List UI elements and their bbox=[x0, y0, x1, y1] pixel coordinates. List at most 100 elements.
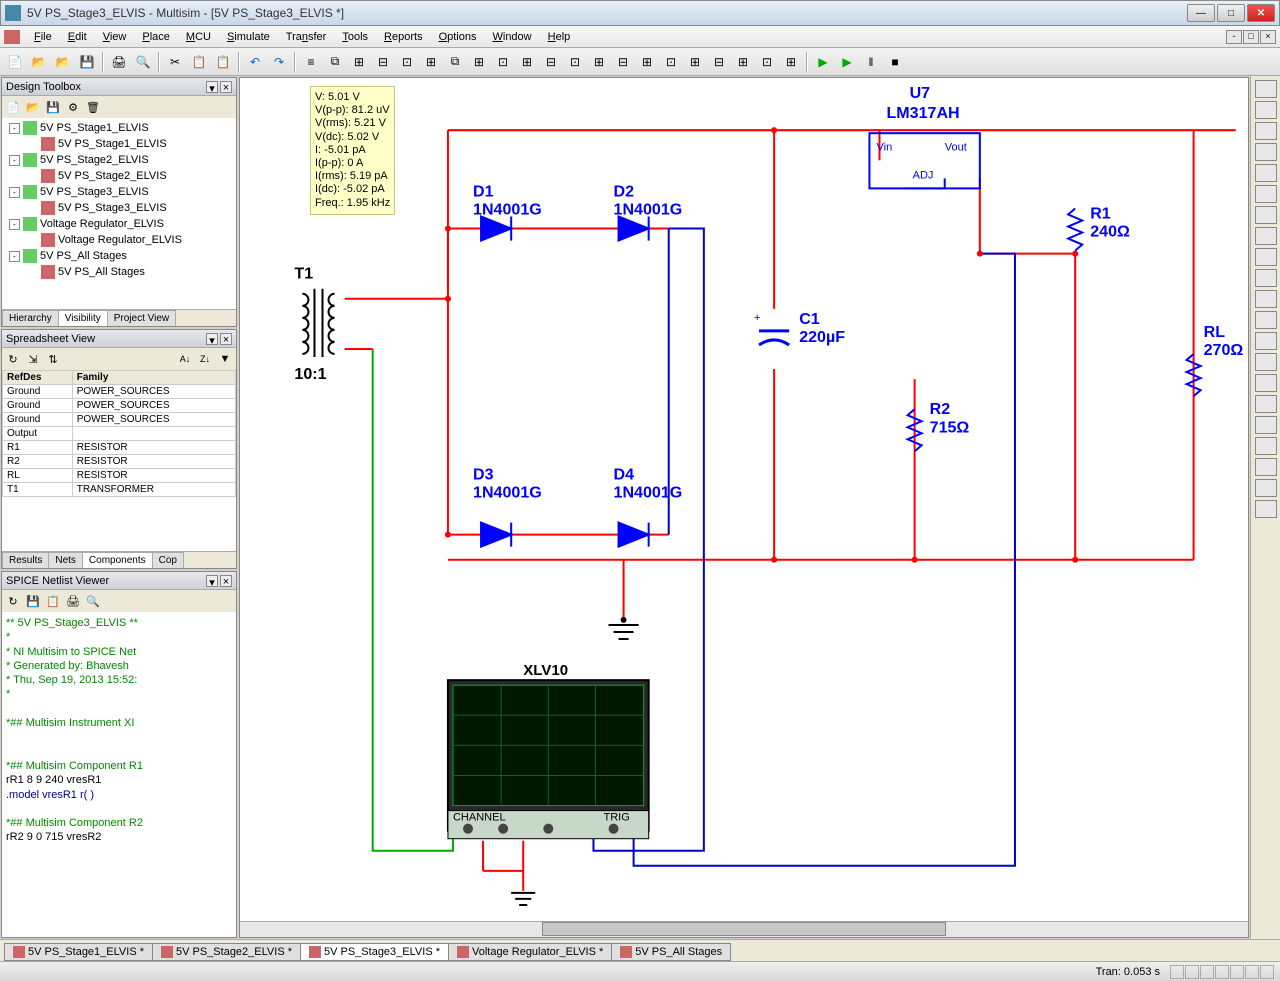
table-row[interactable]: R2RESISTOR bbox=[3, 455, 236, 469]
comp18-button[interactable]: ⊟ bbox=[708, 51, 730, 73]
save-button[interactable]: 💾 bbox=[76, 51, 98, 73]
doc-tab[interactable]: 5V PS_Stage3_ELVIS * bbox=[300, 943, 449, 961]
comp13-button[interactable]: ⊞ bbox=[588, 51, 610, 73]
panel-close-icon[interactable]: × bbox=[220, 81, 232, 93]
cut-button[interactable]: ✂ bbox=[164, 51, 186, 73]
comp7-button[interactable]: ⧉ bbox=[444, 51, 466, 73]
tab-cop[interactable]: Cop bbox=[152, 552, 184, 568]
tb-cfg-icon[interactable]: ⚙ bbox=[64, 98, 82, 116]
tree-item[interactable]: -5V PS_Stage1_ELVIS bbox=[4, 120, 234, 136]
tb-save-icon[interactable]: 💾 bbox=[44, 98, 62, 116]
table-row[interactable]: GroundPOWER_SOURCES bbox=[3, 385, 236, 399]
menu-simulate[interactable]: Simulate bbox=[219, 28, 278, 46]
menu-help[interactable]: Help bbox=[540, 28, 579, 46]
tab-components[interactable]: Components bbox=[82, 552, 153, 568]
menu-view[interactable]: View bbox=[95, 28, 135, 46]
maximize-button[interactable]: □ bbox=[1217, 4, 1245, 22]
tab-hierarchy[interactable]: Hierarchy bbox=[2, 310, 59, 326]
comp15-button[interactable]: ⊞ bbox=[636, 51, 658, 73]
instr-btn-11[interactable] bbox=[1255, 290, 1277, 308]
panel-pin-icon[interactable]: ▾ bbox=[206, 81, 218, 93]
preview-button[interactable]: 🔍 bbox=[132, 51, 154, 73]
doc-tab[interactable]: 5V PS_Stage2_ELVIS * bbox=[152, 943, 301, 961]
new-button[interactable]: 📄 bbox=[4, 51, 26, 73]
instr-btn-4[interactable] bbox=[1255, 143, 1277, 161]
comp9-button[interactable]: ⊡ bbox=[492, 51, 514, 73]
instr-btn-18[interactable] bbox=[1255, 437, 1277, 455]
doc-tab[interactable]: 5V PS_All Stages bbox=[611, 943, 731, 961]
panel-close-icon[interactable]: × bbox=[220, 333, 232, 345]
comp8-button[interactable]: ⊞ bbox=[468, 51, 490, 73]
tree-item[interactable]: -5V PS_Stage3_ELVIS bbox=[4, 184, 234, 200]
panel-pin-icon[interactable]: ▾ bbox=[206, 575, 218, 587]
ss-tb-filter-icon[interactable]: ▼ bbox=[216, 350, 234, 368]
mdi-restore-button[interactable]: □ bbox=[1243, 30, 1259, 44]
instr-btn-9[interactable] bbox=[1255, 248, 1277, 266]
table-row[interactable]: GroundPOWER_SOURCES bbox=[3, 413, 236, 427]
panel-pin-icon[interactable]: ▾ bbox=[206, 333, 218, 345]
table-row[interactable]: RLRESISTOR bbox=[3, 469, 236, 483]
ss-tb-sort-icon[interactable]: ⇅ bbox=[44, 350, 62, 368]
close-button[interactable]: ✕ bbox=[1247, 4, 1275, 22]
comp6-button[interactable]: ⊞ bbox=[420, 51, 442, 73]
tree-item[interactable]: 5V PS_Stage3_ELVIS bbox=[4, 200, 234, 216]
ss-tb-sortaz-icon[interactable]: A↓ bbox=[176, 350, 194, 368]
instr-btn-20[interactable] bbox=[1255, 479, 1277, 497]
instr-btn-19[interactable] bbox=[1255, 458, 1277, 476]
undo-button[interactable]: ↶ bbox=[244, 51, 266, 73]
stop-button[interactable]: ■ bbox=[884, 51, 906, 73]
instr-btn-13[interactable] bbox=[1255, 332, 1277, 350]
ss-tb-export-icon[interactable]: ⇲ bbox=[24, 350, 42, 368]
tab-project-view[interactable]: Project View bbox=[107, 310, 176, 326]
instr-btn-12[interactable] bbox=[1255, 311, 1277, 329]
tree-item[interactable]: -5V PS_All Stages bbox=[4, 248, 234, 264]
comp4-button[interactable]: ⊟ bbox=[372, 51, 394, 73]
tree-item[interactable]: 5V PS_Stage2_ELVIS bbox=[4, 168, 234, 184]
tab-nets[interactable]: Nets bbox=[48, 552, 83, 568]
nl-tb-find-icon[interactable]: 🔍 bbox=[84, 592, 102, 610]
mdi-minimize-button[interactable]: - bbox=[1226, 30, 1242, 44]
mdi-close-button[interactable]: × bbox=[1260, 30, 1276, 44]
tree-item[interactable]: -Voltage Regulator_ELVIS bbox=[4, 216, 234, 232]
tree-item[interactable]: 5V PS_All Stages bbox=[4, 264, 234, 280]
instr-btn-1[interactable] bbox=[1255, 80, 1277, 98]
tree-item[interactable]: -5V PS_Stage2_ELVIS bbox=[4, 152, 234, 168]
comp19-button[interactable]: ⊞ bbox=[732, 51, 754, 73]
nl-tb-save-icon[interactable]: 💾 bbox=[24, 592, 42, 610]
instr-btn-3[interactable] bbox=[1255, 122, 1277, 140]
instr-btn-21[interactable] bbox=[1255, 500, 1277, 518]
doc-tab[interactable]: 5V PS_Stage1_ELVIS * bbox=[4, 943, 153, 961]
panel-close-icon[interactable]: × bbox=[220, 575, 232, 587]
instr-btn-7[interactable] bbox=[1255, 206, 1277, 224]
copy-button[interactable]: 📋 bbox=[188, 51, 210, 73]
column-header[interactable]: RefDes bbox=[3, 371, 73, 385]
table-row[interactable]: Output bbox=[3, 427, 236, 441]
instr-btn-8[interactable] bbox=[1255, 227, 1277, 245]
canvas-scrollbar-h[interactable] bbox=[240, 921, 1248, 937]
nl-tb-refresh-icon[interactable]: ↻ bbox=[4, 592, 22, 610]
instr-btn-2[interactable] bbox=[1255, 101, 1277, 119]
menu-place[interactable]: Place bbox=[134, 28, 178, 46]
paste-button[interactable]: 📋 bbox=[212, 51, 234, 73]
menu-transfer[interactable]: Transfer bbox=[278, 28, 335, 46]
nl-tb-copy-icon[interactable]: 📋 bbox=[44, 592, 62, 610]
menu-edit[interactable]: Edit bbox=[60, 28, 95, 46]
ss-tb-refresh-icon[interactable]: ↻ bbox=[4, 350, 22, 368]
table-row[interactable]: T1TRANSFORMER bbox=[3, 483, 236, 497]
tb-del-icon[interactable]: 🗑 bbox=[84, 98, 102, 116]
comp10-button[interactable]: ⊞ bbox=[516, 51, 538, 73]
instr-btn-16[interactable] bbox=[1255, 395, 1277, 413]
comp12-button[interactable]: ⊡ bbox=[564, 51, 586, 73]
comp1-button[interactable]: ≡ bbox=[300, 51, 322, 73]
comp11-button[interactable]: ⊟ bbox=[540, 51, 562, 73]
print-button[interactable]: 🖨 bbox=[108, 51, 130, 73]
table-row[interactable]: R1RESISTOR bbox=[3, 441, 236, 455]
pause-button[interactable]: ‖ bbox=[860, 51, 882, 73]
comp16-button[interactable]: ⊡ bbox=[660, 51, 682, 73]
tb-new-icon[interactable]: 📄 bbox=[4, 98, 22, 116]
minimize-button[interactable]: — bbox=[1187, 4, 1215, 22]
netlist-text[interactable]: ** 5V PS_Stage3_ELVIS **** NI Multisim t… bbox=[2, 612, 236, 937]
play-button[interactable]: ▶ bbox=[836, 51, 858, 73]
ss-tb-sortza-icon[interactable]: Z↓ bbox=[196, 350, 214, 368]
menu-reports[interactable]: Reports bbox=[376, 28, 431, 46]
